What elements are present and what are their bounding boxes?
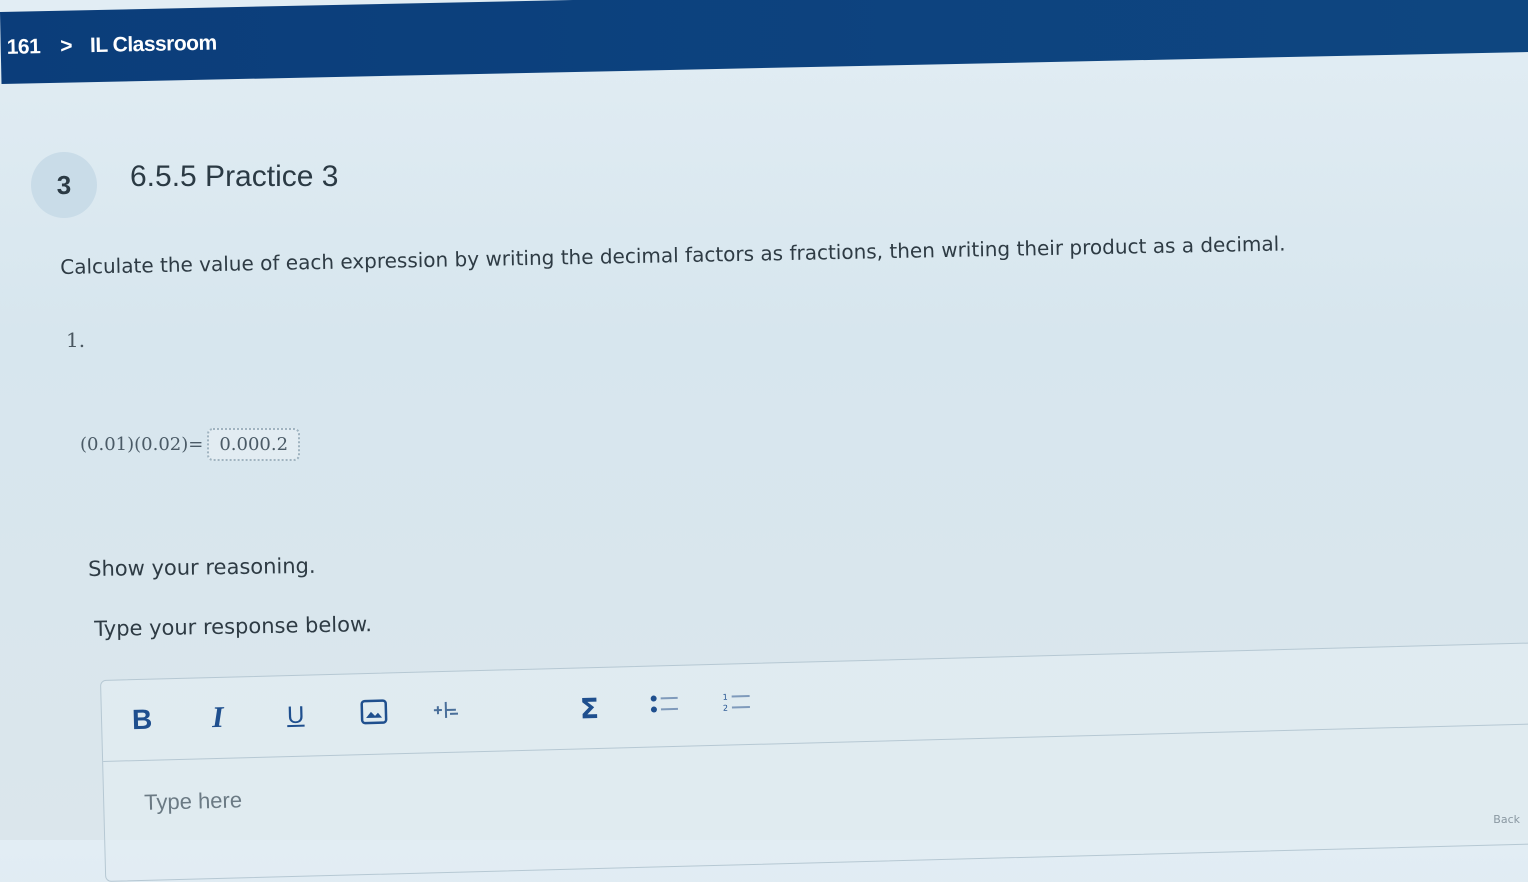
equation-button[interactable]: Σ — [579, 690, 599, 726]
bulleted-list-icon — [650, 692, 681, 721]
type-response-prompt: Type your response below. — [94, 612, 372, 641]
bulleted-list-button[interactable] — [649, 688, 680, 725]
question-number: 1. — [66, 328, 85, 352]
main-content: 3 6.5.5 Practice 3 Calculate the value o… — [0, 0, 1528, 840]
answer-input[interactable]: 0.000.2 — [207, 428, 300, 461]
subscript-button[interactable] — [431, 694, 460, 731]
svg-text:1: 1 — [723, 693, 728, 702]
bold-button[interactable]: B — [132, 702, 153, 739]
math-expression: (0.01)(0.02)= 0.000.2 — [80, 428, 300, 461]
editor-toolbar: B I U — [101, 643, 1528, 762]
subscript-icon — [432, 698, 461, 727]
numbered-list-button[interactable]: 1 2 — [721, 686, 752, 723]
response-text-area[interactable]: Type here — [144, 787, 242, 816]
response-editor: B I U — [100, 642, 1528, 882]
instructions-text: Calculate the value of each expression b… — [60, 231, 1286, 279]
italic-button[interactable]: I — [212, 700, 225, 736]
numbered-list-icon: 1 2 — [721, 690, 752, 719]
lesson-number-badge: 3 — [31, 152, 97, 218]
expression-text: (0.01)(0.02)= — [80, 434, 203, 455]
image-icon — [360, 698, 389, 729]
show-reasoning-prompt: Show your reasoning. — [88, 554, 316, 581]
underline-button[interactable]: U — [287, 698, 305, 734]
svg-text:2: 2 — [723, 704, 728, 713]
page-title: 6.5.5 Practice 3 — [130, 160, 338, 194]
back-link[interactable]: Back — [1493, 813, 1520, 826]
insert-image-button[interactable] — [360, 695, 389, 732]
